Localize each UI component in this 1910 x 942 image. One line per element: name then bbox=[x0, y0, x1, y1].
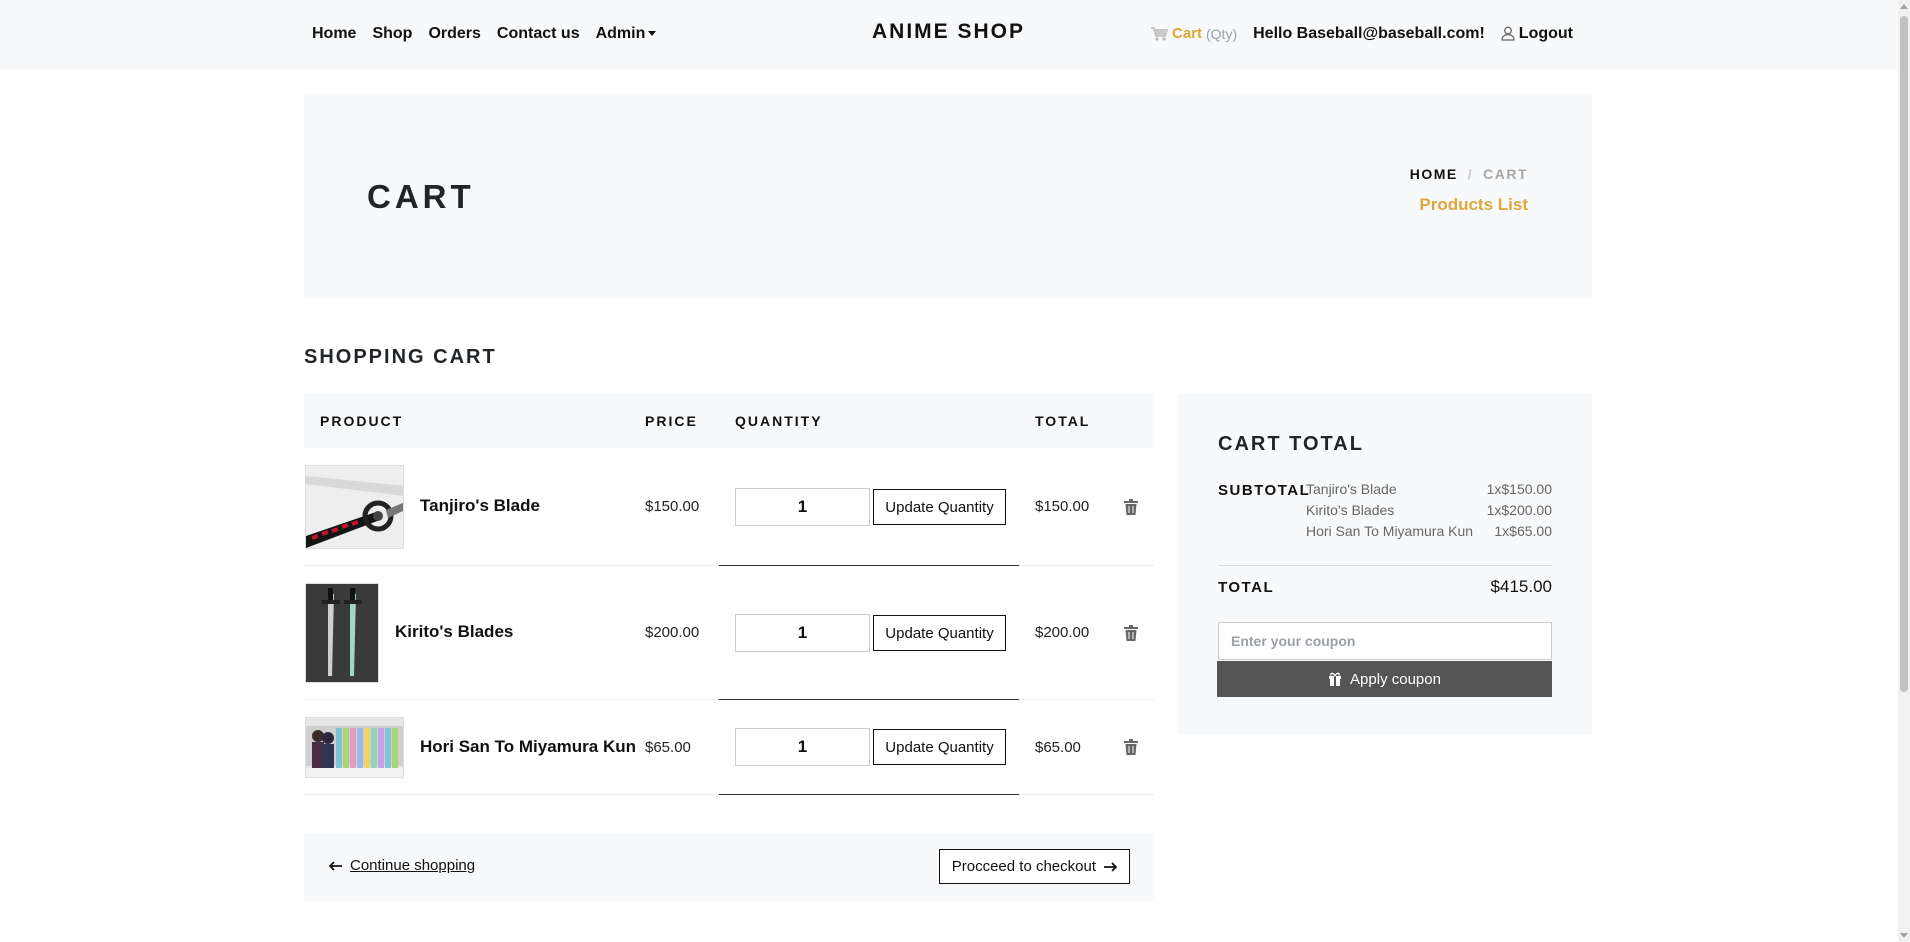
totals-divider bbox=[1218, 565, 1552, 566]
nav-shop[interactable]: Shop bbox=[372, 25, 412, 43]
cart-total-panel: CART TOTAL SUBTOTAL Tanjiro's Blade 1x$1… bbox=[1178, 393, 1592, 735]
vertical-scrollbar[interactable] bbox=[1898, 0, 1910, 942]
subtotal-item: Tanjiro's Blade 1x$150.00 bbox=[1306, 481, 1552, 497]
page-title: CART bbox=[367, 178, 475, 215]
product-price: $150.00 bbox=[645, 498, 700, 515]
subtotal-item-amount: 1x$200.00 bbox=[1486, 502, 1552, 518]
scroll-up-arrow-icon[interactable] bbox=[1900, 4, 1908, 9]
nav-orders[interactable]: Orders bbox=[428, 25, 480, 43]
shopping-cart-heading: SHOPPING CART bbox=[304, 346, 497, 368]
table-row: Kirito's Blades $200.00 Update Quantity … bbox=[304, 566, 1154, 700]
cart-actions: Continue shopping Procceed to checkout bbox=[304, 833, 1154, 901]
breadcrumb-current: CART bbox=[1483, 166, 1528, 182]
continue-shopping-link[interactable]: Continue shopping bbox=[329, 857, 475, 874]
main-nav: Home Shop Orders Contact us Admin bbox=[312, 0, 657, 67]
caret-down-icon bbox=[648, 30, 657, 36]
trash-icon[interactable] bbox=[1124, 499, 1138, 515]
trash-icon[interactable] bbox=[1124, 739, 1138, 755]
product-image-hori-san-to-miyamura-kun[interactable] bbox=[305, 717, 404, 778]
arrow-left-icon bbox=[329, 860, 342, 871]
row-total: $200.00 bbox=[1035, 624, 1090, 641]
top-navbar: Home Shop Orders Contact us Admin ANIME … bbox=[0, 0, 1898, 70]
apply-coupon-label: Apply coupon bbox=[1350, 670, 1441, 688]
gift-icon bbox=[1329, 672, 1342, 686]
product-name[interactable]: Kirito's Blades bbox=[395, 622, 513, 642]
nav-contact[interactable]: Contact us bbox=[497, 25, 580, 43]
quantity-input[interactable] bbox=[735, 488, 870, 526]
page-hero: CART HOME / CART Products List bbox=[304, 94, 1592, 298]
breadcrumb-home[interactable]: HOME bbox=[1410, 166, 1458, 182]
subtotal-item: Kirito's Blades 1x$200.00 bbox=[1306, 502, 1552, 518]
product-price: $65.00 bbox=[645, 739, 691, 756]
cart-icon bbox=[1150, 26, 1168, 41]
arrow-right-icon bbox=[1104, 861, 1117, 872]
checkout-label: Procceed to checkout bbox=[951, 858, 1096, 875]
scrollbar-thumb[interactable] bbox=[1900, 16, 1908, 692]
product-name[interactable]: Hori San To Miyamura Kun bbox=[420, 737, 636, 757]
logout-label: Logout bbox=[1518, 24, 1573, 42]
update-quantity-button[interactable]: Update Quantity bbox=[873, 729, 1006, 765]
user-icon bbox=[1501, 26, 1515, 41]
total-value: $415.00 bbox=[1490, 577, 1552, 596]
product-image-tanjiros-blade[interactable] bbox=[305, 465, 404, 549]
update-quantity-button[interactable]: Update Quantity bbox=[873, 615, 1006, 651]
quantity-underline bbox=[719, 794, 1019, 795]
brand-logo[interactable]: ANIME SHOP bbox=[872, 20, 1025, 44]
trash-icon[interactable] bbox=[1124, 625, 1138, 641]
nav-admin-dropdown[interactable]: Admin bbox=[596, 25, 657, 43]
nav-cart[interactable]: Cart (Qty) bbox=[1150, 25, 1237, 42]
apply-coupon-button[interactable]: Apply coupon bbox=[1217, 661, 1552, 697]
quantity-input[interactable] bbox=[735, 614, 870, 652]
proceed-to-checkout-button[interactable]: Procceed to checkout bbox=[938, 849, 1130, 884]
header-product: PRODUCT bbox=[320, 413, 404, 429]
subtotal-item: Hori San To Miyamura Kun 1x$65.00 bbox=[1306, 523, 1552, 539]
subtotal-item-name: Tanjiro's Blade bbox=[1306, 481, 1397, 497]
nav-admin-label: Admin bbox=[595, 24, 646, 42]
total-label: TOTAL bbox=[1218, 579, 1275, 596]
row-total: $150.00 bbox=[1035, 498, 1090, 515]
row-total: $65.00 bbox=[1035, 739, 1081, 756]
cart-table: PRODUCT PRICE QUANTITY TOTAL Tanjiro's B… bbox=[304, 393, 1154, 795]
user-greeting: Hello Baseball@baseball.com! bbox=[1253, 24, 1485, 42]
scroll-down-arrow-icon[interactable] bbox=[1900, 933, 1908, 938]
cart-qty: (Qty) bbox=[1206, 25, 1238, 42]
products-list-link[interactable]: Products List bbox=[1419, 195, 1528, 215]
cart-label: Cart bbox=[1171, 25, 1202, 42]
table-row: Hori San To Miyamura Kun $65.00 Update Q… bbox=[304, 700, 1154, 795]
logout-link[interactable]: Logout bbox=[1501, 25, 1573, 43]
product-price: $200.00 bbox=[645, 624, 700, 641]
update-quantity-button[interactable]: Update Quantity bbox=[873, 489, 1006, 525]
breadcrumb: HOME / CART bbox=[1410, 166, 1528, 182]
cart-total-heading: CART TOTAL bbox=[1218, 433, 1364, 455]
breadcrumb-separator: / bbox=[1467, 166, 1474, 182]
subtotal-item-amount: 1x$150.00 bbox=[1486, 481, 1552, 497]
nav-home[interactable]: Home bbox=[312, 25, 356, 43]
subtotal-label: SUBTOTAL bbox=[1218, 482, 1311, 499]
header-price: PRICE bbox=[645, 413, 698, 429]
subtotal-item-name: Kirito's Blades bbox=[1306, 502, 1395, 518]
product-name[interactable]: Tanjiro's Blade bbox=[420, 496, 540, 516]
coupon-input[interactable] bbox=[1218, 622, 1552, 660]
subtotal-item-name: Hori San To Miyamura Kun bbox=[1306, 523, 1474, 539]
quantity-input[interactable] bbox=[735, 728, 870, 766]
subtotal-item-amount: 1x$65.00 bbox=[1494, 523, 1552, 539]
table-header: PRODUCT PRICE QUANTITY TOTAL bbox=[304, 393, 1154, 448]
header-total: TOTAL bbox=[1035, 413, 1091, 429]
continue-shopping-label: Continue shopping bbox=[350, 857, 476, 874]
user-nav: Cart (Qty) Hello Baseball@baseball.com! L… bbox=[1150, 0, 1573, 67]
header-quantity: QUANTITY bbox=[735, 413, 823, 429]
table-row: Tanjiro's Blade $150.00 Update Quantity … bbox=[304, 448, 1154, 566]
product-image-kiritos-blades[interactable] bbox=[305, 583, 379, 683]
